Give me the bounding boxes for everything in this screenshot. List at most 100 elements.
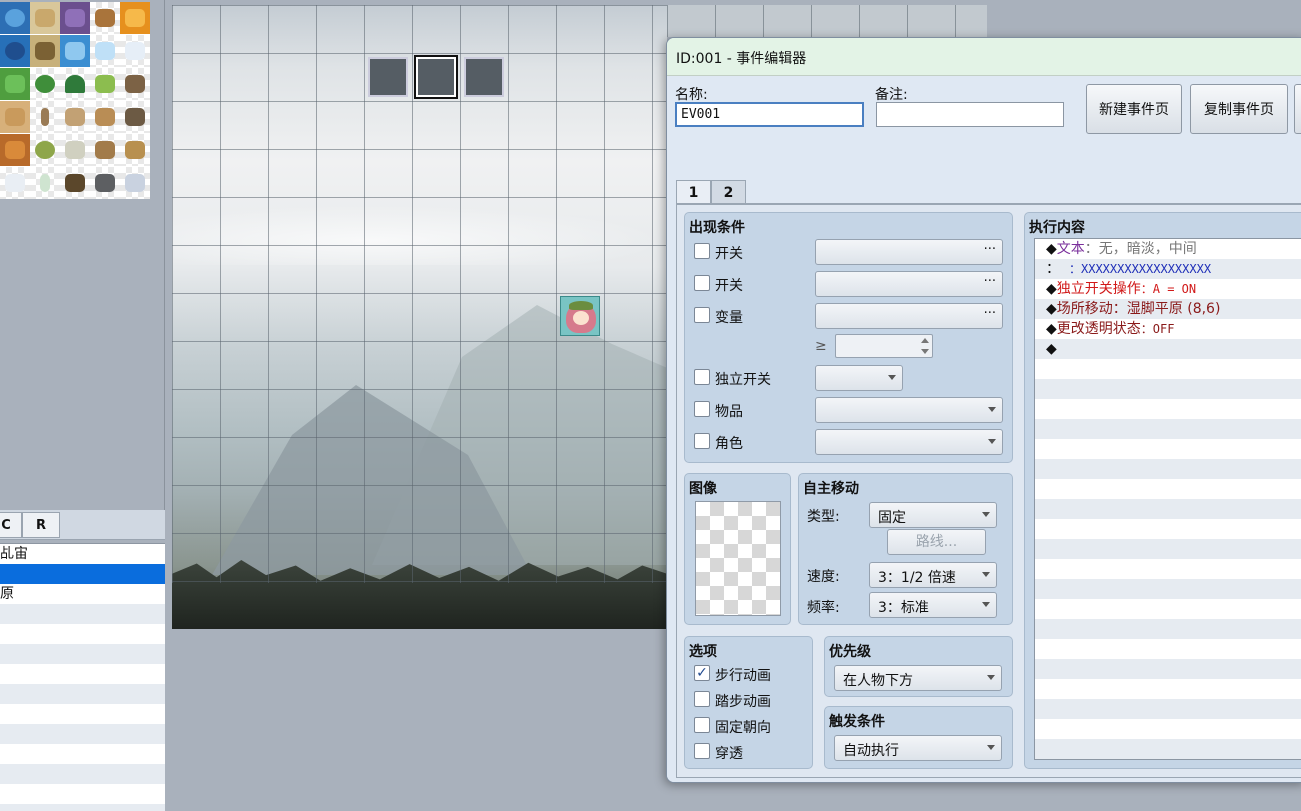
tile-sparkle[interactable] <box>90 35 120 67</box>
map-list-item[interactable] <box>0 724 165 744</box>
map-list-item[interactable] <box>0 764 165 784</box>
tile-hill-green[interactable] <box>90 68 120 100</box>
tile-snow[interactable] <box>0 167 30 199</box>
map-list-item[interactable]: 原 <box>0 584 165 604</box>
layer-tab-r[interactable]: R <box>22 512 60 538</box>
tile-spider-web[interactable] <box>60 134 90 166</box>
route-button[interactable]: 路线... <box>887 529 986 555</box>
note-input[interactable] <box>876 102 1064 127</box>
map-event-tile-selected[interactable] <box>414 55 458 99</box>
move-type-label: 类型: <box>807 509 840 525</box>
command-row[interactable]: ◆场所移动：湿脚平原 (8,6) <box>1035 299 1301 319</box>
map-list-item[interactable] <box>0 604 165 624</box>
options-title: 选项 <box>689 644 717 660</box>
map-event-tile[interactable] <box>368 57 408 97</box>
more-page-button[interactable] <box>1294 84 1301 134</box>
tile-lava[interactable] <box>120 2 150 34</box>
tile-autumn-tree[interactable] <box>30 134 60 166</box>
map-list-item[interactable] <box>0 644 165 664</box>
tile-palette[interactable] <box>0 0 165 510</box>
variable-value-spinner[interactable] <box>835 334 933 358</box>
command-list[interactable]: ◆文本：无，暗淡，中间 ：：XXXXXXXXXXXXXXXXXX ◆独立开关操作… <box>1034 238 1301 760</box>
tile-boulders[interactable] <box>90 134 120 166</box>
tile-grass[interactable] <box>0 68 30 100</box>
actor-select[interactable] <box>815 429 1003 455</box>
tile-cloud[interactable] <box>120 35 150 67</box>
contents-panel: 执行内容 ◆文本：无，暗淡，中间 ：：XXXXXXXXXXXXXXXXXX ◆独… <box>1024 212 1301 769</box>
copy-page-button[interactable]: 复制事件页 <box>1190 84 1288 134</box>
tile-water[interactable] <box>0 2 30 34</box>
move-type-select[interactable]: 固定 <box>869 502 997 528</box>
tile-cliff[interactable] <box>120 134 150 166</box>
map-list-item[interactable] <box>0 664 165 684</box>
command-row[interactable]: ◆独立开关操作：A = ON <box>1035 279 1301 299</box>
walk-anim-checkbox[interactable]: ✓ <box>694 665 710 681</box>
dialog-body: 名称: EV001 备注: 新建事件页 复制事件页 1 2 出现条件 开关 ··… <box>667 76 1301 782</box>
tile-dune[interactable] <box>90 101 120 133</box>
command-row[interactable]: ◆更改透明状态：OFF <box>1035 319 1301 339</box>
tile-sand[interactable] <box>30 2 60 34</box>
switch2-select[interactable]: ··· <box>815 271 1003 297</box>
tile-hole[interactable] <box>30 35 60 67</box>
item-select[interactable] <box>815 397 1003 423</box>
self-switch-select[interactable] <box>815 365 903 391</box>
tile-mountain[interactable] <box>120 68 150 100</box>
trigger-select[interactable]: 自动执行 <box>834 735 1002 761</box>
actor-checkbox[interactable] <box>694 433 710 449</box>
tile-grid[interactable] <box>0 2 150 199</box>
trigger-panel: 触发条件 自动执行 <box>824 706 1013 769</box>
tile-purple[interactable] <box>60 2 90 34</box>
tile-rock[interactable] <box>60 101 90 133</box>
image-preview[interactable] <box>695 501 781 616</box>
direction-fix-checkbox[interactable] <box>694 717 710 733</box>
tile-waterfall[interactable] <box>60 35 90 67</box>
tile-snow-tree[interactable] <box>30 167 60 199</box>
priority-select[interactable]: 在人物下方 <box>834 665 1002 691</box>
switch2-checkbox[interactable] <box>694 275 710 291</box>
tile-dark-hole[interactable] <box>60 167 90 199</box>
tile-rock-mountain[interactable] <box>120 101 150 133</box>
map-list-item[interactable] <box>0 624 165 644</box>
command-row[interactable]: ：：XXXXXXXXXXXXXXXXXX <box>1035 259 1301 279</box>
switch1-select[interactable]: ··· <box>815 239 1003 265</box>
layer-tab-c[interactable]: C <box>0 512 22 538</box>
map-list-item[interactable] <box>0 784 165 804</box>
command-row[interactable]: ◆ <box>1035 339 1301 359</box>
map-list-item[interactable] <box>0 744 165 764</box>
tile-pit[interactable] <box>90 2 120 34</box>
move-frequency-select[interactable]: 3：标准 <box>869 592 997 618</box>
variable-checkbox[interactable] <box>694 307 710 323</box>
map-canvas[interactable] <box>172 5 667 629</box>
map-list[interactable]: 乩宙 原 <box>0 543 165 811</box>
map-list-item[interactable] <box>0 684 165 704</box>
tile-whirl[interactable] <box>0 35 30 67</box>
item-checkbox[interactable] <box>694 401 710 417</box>
map-list-item[interactable]: 乩宙 <box>0 544 165 564</box>
self-switch-checkbox[interactable] <box>694 369 710 385</box>
new-page-button[interactable]: 新建事件页 <box>1086 84 1182 134</box>
dialog-titlebar[interactable]: ID:001 - 事件编辑器 <box>667 38 1301 76</box>
switch1-checkbox[interactable] <box>694 243 710 259</box>
tile-dead-tree[interactable] <box>30 101 60 133</box>
map-event-tile[interactable] <box>464 57 504 97</box>
page-tab-1[interactable]: 1 <box>676 180 711 205</box>
name-input[interactable]: EV001 <box>675 102 864 127</box>
map-list-item-selected[interactable] <box>0 564 165 584</box>
tile-dark-rock[interactable] <box>90 167 120 199</box>
command-row[interactable]: ◆文本：无，暗淡，中间 <box>1035 239 1301 259</box>
tile-snow-mountain[interactable] <box>120 167 150 199</box>
tile-autumn[interactable] <box>0 134 30 166</box>
character-sprite[interactable] <box>560 296 600 336</box>
tile-tree[interactable] <box>60 68 90 100</box>
tile-bush[interactable] <box>30 68 60 100</box>
tile-desert[interactable] <box>0 101 30 133</box>
direction-fix-label: 固定朝向 <box>715 720 771 736</box>
image-title: 图像 <box>689 481 717 497</box>
map-list-item[interactable] <box>0 704 165 724</box>
map-list-item[interactable] <box>0 804 165 811</box>
variable-select[interactable]: ··· <box>815 303 1003 329</box>
move-speed-select[interactable]: 3：1/2 倍速 <box>869 562 997 588</box>
step-anim-checkbox[interactable] <box>694 691 710 707</box>
through-checkbox[interactable] <box>694 743 710 759</box>
page-tab-2[interactable]: 2 <box>711 180 746 204</box>
